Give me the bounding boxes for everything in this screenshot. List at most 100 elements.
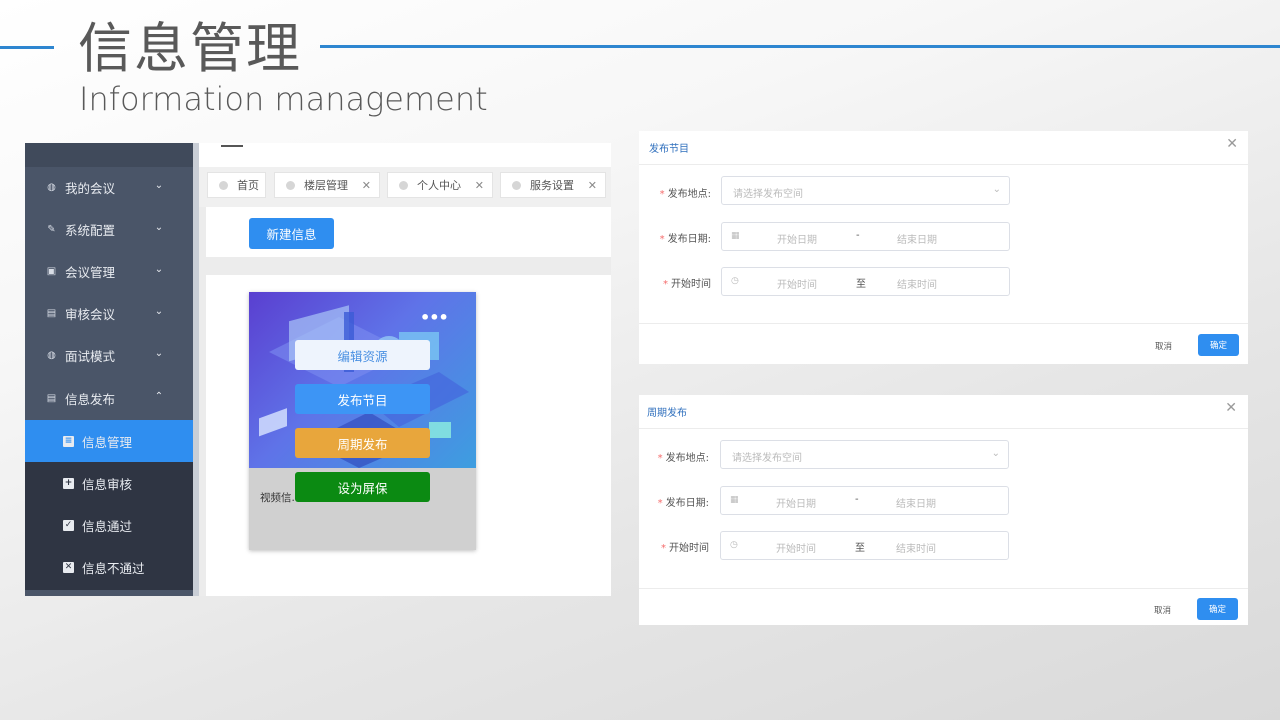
chevron-up-icon: ⌃ <box>154 391 164 402</box>
confirm-button[interactable]: 确定 <box>1197 598 1238 620</box>
cancel-button[interactable]: 取消 <box>1154 604 1171 616</box>
time-label-text: 开始时间 <box>671 279 711 290</box>
date-label-text: 发布日期: <box>665 498 709 509</box>
list-icon: ≡ <box>63 435 74 447</box>
date-label: * 发布日期: <box>659 234 711 245</box>
close-icon[interactable]: ✕ <box>1226 136 1238 152</box>
slide-subtitle: Information management <box>79 80 488 118</box>
set-screensaver-button[interactable]: 设为屏保 <box>295 472 430 502</box>
tab-personal-center[interactable]: 个人中心 ✕ <box>387 172 493 198</box>
tab-label: 楼层管理 <box>304 179 348 192</box>
date-range-picker[interactable]: ▦ 开始日期 - 结束日期 <box>721 222 1010 251</box>
tab-dot-icon <box>286 180 295 190</box>
plus-box-icon: + <box>63 477 74 489</box>
check-box-icon: ✓ <box>63 519 74 531</box>
content-gutter <box>199 207 206 596</box>
header-rule-right <box>320 45 1280 48</box>
location-label-text: 发布地点: <box>667 189 711 200</box>
tab-label: 首页 <box>237 179 259 192</box>
content-divider <box>206 257 611 275</box>
sidebar-subitem-info-approved[interactable]: ✓ 信息通过 <box>25 504 193 546</box>
sidebar-item-meeting-management[interactable]: ▣ 会议管理 ⌄ <box>25 250 193 292</box>
sidebar-subitem-label: 信息管理 <box>82 434 133 450</box>
time-range-picker[interactable]: ◷ 开始时间 至 结束时间 <box>720 531 1009 560</box>
close-icon[interactable]: ✕ <box>475 179 484 192</box>
sidebar-item-label: 信息发布 <box>65 391 116 407</box>
date-end-placeholder: 结束日期 <box>897 235 937 246</box>
dialog-title: 周期发布 <box>647 408 687 419</box>
date-label-text: 发布日期: <box>667 234 711 245</box>
chevron-down-icon: ⌄ <box>154 264 164 275</box>
tab-dot-icon <box>219 180 228 190</box>
location-label: * 发布地点: <box>657 453 709 464</box>
time-label-text: 开始时间 <box>669 543 709 554</box>
sidebar-subitem-info-management[interactable]: ≡ 信息管理 <box>25 420 193 462</box>
tab-home[interactable]: 首页 <box>207 172 266 198</box>
dialog-divider <box>639 323 1248 324</box>
time-label: * 开始时间 <box>661 543 709 554</box>
date-start-placeholder: 开始日期 <box>776 499 816 510</box>
time-range-picker[interactable]: ◷ 开始时间 至 结束时间 <box>721 267 1010 296</box>
sidebar-item-my-meetings[interactable]: ◍ 我的会议 ⌄ <box>25 166 193 208</box>
clock-icon: ◷ <box>731 276 739 286</box>
periodic-publish-button[interactable]: 周期发布 <box>295 428 430 458</box>
dialog-divider <box>639 588 1248 589</box>
date-label: * 发布日期: <box>657 498 709 509</box>
location-select[interactable]: 请选择发布空间 ⌄ <box>720 440 1009 469</box>
sidebar-subitem-label: 信息审核 <box>82 476 133 492</box>
close-icon[interactable]: ✕ <box>1225 400 1237 416</box>
sidebar-subitem-info-review[interactable]: + 信息审核 <box>25 462 193 504</box>
date-range-picker[interactable]: ▦ 开始日期 - 结束日期 <box>720 486 1009 515</box>
cancel-button[interactable]: 取消 <box>1155 340 1172 352</box>
chevron-down-icon: ⌄ <box>154 306 164 317</box>
dialog-title: 发布节目 <box>649 144 689 155</box>
publish-program-button[interactable]: 发布节目 <box>295 384 430 414</box>
chevron-down-icon: ⌄ <box>154 180 164 191</box>
more-dots-icon[interactable]: ••• <box>420 308 449 327</box>
sidebar-item-info-publish[interactable]: ▤ 信息发布 ⌃ <box>25 377 193 419</box>
time-start-placeholder: 开始时间 <box>776 544 816 555</box>
location-label: * 发布地点: <box>659 189 711 200</box>
chevron-down-icon: ⌄ <box>154 222 164 233</box>
time-label: * 开始时间 <box>663 279 711 290</box>
time-start-placeholder: 开始时间 <box>777 280 817 291</box>
globe-icon: ◍ <box>47 349 56 361</box>
calendar-icon: ▦ <box>731 231 740 241</box>
edit-resource-button[interactable]: 编辑资源 <box>295 340 430 370</box>
chevron-down-icon: ⌄ <box>991 448 1000 459</box>
sidebar-item-interview-mode[interactable]: ◍ 面试模式 ⌄ <box>25 334 193 376</box>
location-placeholder: 请选择发布空间 <box>733 189 803 200</box>
calendar-box-icon: ▣ <box>46 265 57 277</box>
cross-box-icon: ✕ <box>63 561 74 573</box>
globe-icon: ◍ <box>47 181 56 193</box>
slide-title: 信息管理 <box>78 17 302 80</box>
tabs-bar: 首页 楼层管理 ✕ 个人中心 ✕ 服务设置 ✕ <box>199 167 611 207</box>
location-placeholder: 请选择发布空间 <box>732 453 802 464</box>
time-end-placeholder: 结束时间 <box>897 280 937 291</box>
tab-dot-icon <box>512 180 521 190</box>
date-start-placeholder: 开始日期 <box>777 235 817 246</box>
sidebar-header <box>25 143 193 167</box>
sidebar-subitem-info-rejected[interactable]: ✕ 信息不通过 <box>25 546 193 588</box>
date-end-placeholder: 结束日期 <box>896 499 936 510</box>
wrench-icon: ✎ <box>47 223 56 235</box>
time-separator: 至 <box>856 279 866 290</box>
sidebar-footer <box>25 590 193 596</box>
tab-label: 个人中心 <box>417 179 461 192</box>
confirm-button[interactable]: 确定 <box>1198 334 1239 356</box>
date-separator: - <box>856 230 860 241</box>
media-card: ••• 视频信... 编辑资源 发布节目 周期发布 设为屏保 <box>249 292 476 550</box>
tab-floor-management[interactable]: 楼层管理 ✕ <box>274 172 380 198</box>
periodic-publish-dialog: 周期发布 ✕ * 发布地点: 请选择发布空间 ⌄ * 发布日期: ▦ 开始日期 - … <box>639 395 1248 625</box>
tab-service-settings[interactable]: 服务设置 ✕ <box>500 172 606 198</box>
tab-label: 服务设置 <box>530 179 574 192</box>
new-info-button[interactable]: 新建信息 <box>249 218 334 249</box>
menu-toggle-icon[interactable] <box>221 145 243 147</box>
time-end-placeholder: 结束时间 <box>896 544 936 555</box>
close-icon[interactable]: ✕ <box>588 179 597 192</box>
location-select[interactable]: 请选择发布空间 ⌄ <box>721 176 1010 205</box>
sidebar-item-review-meetings[interactable]: ▤ 审核会议 ⌄ <box>25 292 193 334</box>
publish-program-dialog: 发布节目 ✕ * 发布地点: 请选择发布空间 ⌄ * 发布日期: ▦ 开始日期 - … <box>639 131 1248 364</box>
sidebar-item-system-config[interactable]: ✎ 系统配置 ⌄ <box>25 208 193 250</box>
close-icon[interactable]: ✕ <box>362 179 371 192</box>
